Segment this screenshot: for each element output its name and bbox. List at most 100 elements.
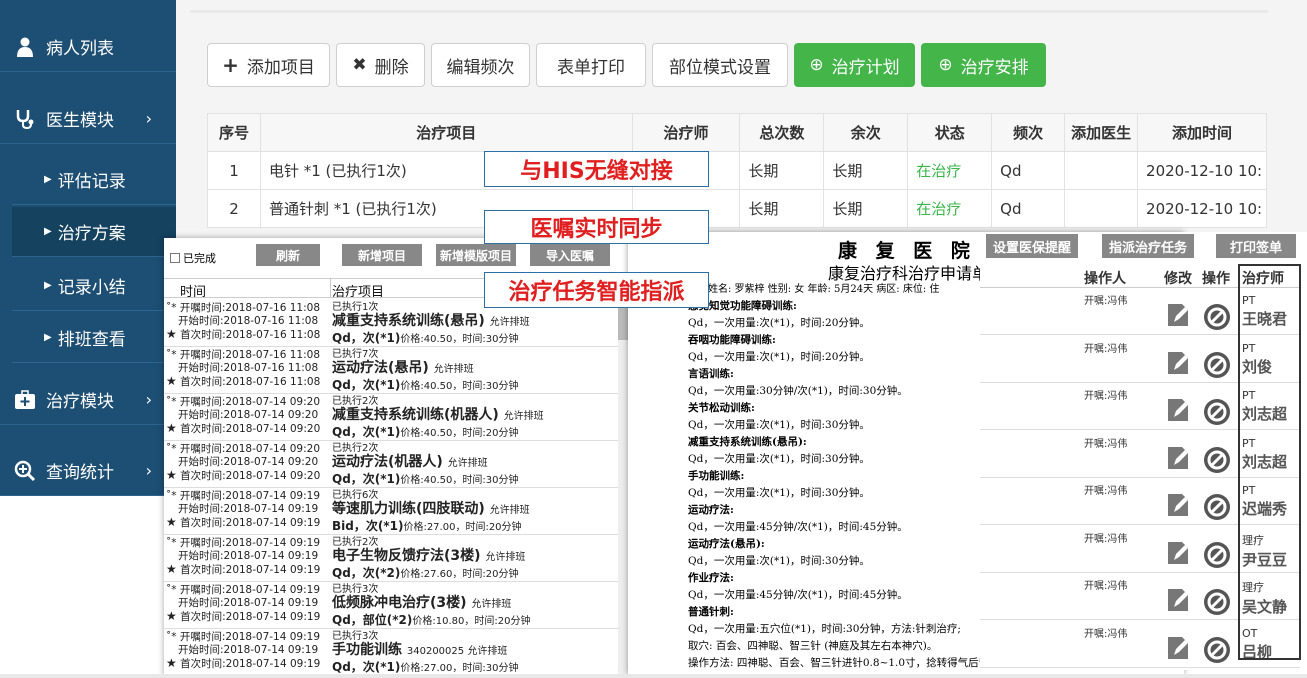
list-item[interactable]: ˚* 开嘱时间:2018-07-14 09:19 开始时间:2018-07-14 … (164, 629, 636, 676)
order-time: ˚* 开嘱时间:2018-07-14 09:20 (166, 443, 320, 455)
delete-icon[interactable] (1204, 399, 1230, 425)
sidebar-item-patient-list[interactable]: 病人列表 (0, 22, 176, 72)
edit-icon[interactable] (1166, 635, 1190, 661)
chevron-right-icon: › (145, 461, 152, 480)
import-orders-button[interactable]: 导入医嘱 (530, 244, 610, 266)
table-row[interactable]: 1 电针 *1 (已执行1次) 长期 长期 在治疗 Qd 2020-12-10 … (207, 151, 1267, 190)
delete-icon[interactable] (1204, 446, 1230, 473)
sidebar-subitem-treatment-plan[interactable]: ▶ 治疗方案 (12, 207, 176, 257)
edit-icon[interactable] (1166, 302, 1190, 328)
refresh-button[interactable]: 刷新 (256, 244, 320, 266)
item-freq: Qd，次(*1)价格:40.50，时间:20分钟 (332, 425, 519, 439)
treatment-plan-button[interactable]: ⊕ 治疗计划 (794, 43, 915, 87)
print-sign-button[interactable]: 打印签单 (1216, 234, 1296, 258)
order-detail: 已执行6次 等速肌力训练(四肢联动) 允许排班 Bid，次(*1)价格:27.00，… (332, 490, 530, 535)
exec-count: 已执行3次 (332, 584, 379, 595)
print-form-button[interactable]: 表单打印 (536, 43, 646, 87)
first-time: ★ 首次时间:2018-07-14 09:19 (166, 656, 321, 670)
item-name: 减重支持系统训练(悬吊) 允许排班 (332, 313, 530, 329)
edit-icon[interactable] (1166, 397, 1190, 423)
list-item[interactable]: ˚* 开嘱时间:2018-07-14 09:19 开始时间:2018-07-14 … (164, 535, 636, 582)
delete-icon[interactable] (1204, 351, 1230, 378)
sidebar-item-label: 医生模块 (46, 111, 114, 131)
operator: 开嘱:冯伟 (1084, 486, 1128, 497)
column-header: 添加时间 (1137, 113, 1267, 152)
form-line: Qd，一次用量:次(*1)，时间:20分钟。 (688, 317, 870, 329)
list-item[interactable]: ˚* 开嘱时间:2018-07-14 09:19 开始时间:2018-07-14 … (164, 488, 636, 535)
order-detail: 已执行3次 低频脉冲电治疗(3楼) 允许排班 Qd，部位(*2)价格:10.80，时… (332, 584, 530, 629)
button-label: 部位模式设置 (669, 57, 771, 78)
first-time: ★ 首次时间:2018-07-14 09:20 (166, 421, 321, 435)
exec-count: 已执行3次 (332, 631, 379, 642)
table-row[interactable]: 2 普通针刺 *1 (已执行1次) 长期 长期 在治疗 Qd 2020-12-1… (207, 189, 1267, 228)
checkbox[interactable] (170, 253, 180, 263)
operator: 开嘱:冯伟 (1084, 533, 1128, 545)
treatment-schedule-button[interactable]: ⊕ 治疗安排 (921, 43, 1046, 87)
delete-icon[interactable] (1204, 541, 1230, 568)
order-detail: 已执行1次 减重支持系统训练(悬吊) 允许排班 Qd，次(*1)价格:40.50，时… (332, 302, 530, 347)
caret-right-icon: ▶ (44, 226, 52, 237)
exec-count: 已执行2次 (332, 396, 379, 407)
hospital-title: 康 复 医 院 (838, 240, 976, 262)
table-cell: 1 (207, 151, 261, 190)
first-time: ★ 首次时间:2018-07-14 09:19 (166, 609, 321, 623)
button-label: 删除 (374, 57, 409, 78)
add-template-item-button[interactable]: 新增模版项目 (436, 244, 516, 266)
item-freq: Bid，次(*1)价格:27.00，时间:20分钟 (332, 519, 522, 533)
table-header-row: 序号 治疗项目 治疗师 总次数 余次 状态 频次 添加医生 添加时间 (207, 113, 1267, 152)
callout-his-integration: 与HIS无缝对接 (484, 151, 709, 187)
operator: 开嘱:冯伟 (1084, 391, 1128, 402)
scrollbar[interactable] (618, 300, 628, 676)
sidebar-item-doctor-module[interactable]: 医生模块 › (0, 94, 176, 144)
list-item[interactable]: ˚* 开嘱时间:2018-07-14 09:20 开始时间:2018-07-14 … (164, 394, 636, 441)
form-line: 运动疗法(悬吊): (688, 538, 765, 550)
edit-icon[interactable] (1166, 492, 1190, 518)
insurance-reminder-button[interactable]: 设置医保提醒 (986, 234, 1078, 258)
delete-icon[interactable] (1204, 304, 1230, 330)
operator: 开嘱:冯伟 (1084, 438, 1128, 450)
edit-icon[interactable] (1166, 445, 1190, 471)
order-time: ˚* 开嘱时间:2018-07-14 09:19 (166, 490, 320, 502)
chevron-right-icon: › (145, 109, 152, 128)
patient-info: 姓名: 罗紫梓 性别: 女 年龄: 5月24天 病区: 床位: 住 (708, 284, 940, 295)
medkit-icon (14, 389, 36, 411)
item-name: 运动疗法(悬吊) 允许排班 (332, 360, 474, 376)
sidebar-subitem-schedule[interactable]: ▶ 排班查看 (12, 313, 176, 363)
operator: 开嘱:冯伟 (1084, 581, 1128, 592)
table-cell: Qd (991, 189, 1066, 228)
list-item[interactable]: ˚* 开嘱时间:2018-07-14 09:19 开始时间:2018-07-14 … (164, 582, 636, 629)
list-item[interactable]: ˚* 开嘱时间:2018-07-14 09:20 开始时间:2018-07-14 … (164, 441, 636, 488)
table-cell: Qd (991, 151, 1066, 190)
sidebar-item-treatment-module[interactable]: 治疗模块 › (0, 375, 176, 425)
completed-filter[interactable]: 已完成 (170, 250, 216, 266)
delete-icon[interactable] (1204, 589, 1230, 615)
sidebar-item-statistics[interactable]: 查询统计 › (0, 446, 176, 496)
edit-frequency-button[interactable]: 编辑频次 (431, 43, 530, 87)
sidebar-subitem-label: 治疗方案 (57, 224, 126, 244)
operator: 开嘱:冯伟 (1084, 628, 1128, 640)
body-mode-settings-button[interactable]: 部位模式设置 (652, 43, 788, 87)
edit-icon[interactable] (1166, 587, 1190, 613)
item-name: 运动疗法(机器人) 允许排班 (332, 454, 488, 470)
order-time: ˚* 开嘱时间:2018-07-16 11:08 (166, 349, 320, 361)
sidebar-subitem-assessment[interactable]: ▶ 评估记录 (12, 155, 176, 205)
button-label: 表单打印 (557, 57, 625, 78)
sidebar-subitem-summary[interactable]: ▶ 记录小结 (12, 261, 176, 311)
column-header: 操作 (1202, 271, 1230, 287)
add-item-button[interactable]: 新增项目 (342, 244, 422, 266)
edit-icon[interactable] (1166, 350, 1190, 376)
delete-icon[interactable] (1204, 636, 1230, 663)
first-time: ★ 首次时间:2018-07-16 11:08 (166, 327, 321, 341)
stethoscope-icon (14, 108, 36, 130)
edit-icon[interactable] (1166, 540, 1190, 566)
column-header: 治疗项目 (332, 285, 385, 300)
delete-icon[interactable] (1204, 494, 1230, 520)
assign-task-button[interactable]: 指派治疗任务 (1102, 234, 1194, 258)
plus-icon: + (222, 53, 239, 77)
list-item[interactable]: ˚* 开嘱时间:2018-07-16 11:08 开始时间:2018-07-16 … (164, 347, 636, 394)
form-line: 言语训练: (688, 368, 734, 380)
button-label: 治疗计划 (831, 57, 900, 78)
delete-button[interactable]: ✖ 删除 (336, 43, 425, 87)
add-item-button[interactable]: + 添加项目 (207, 43, 330, 87)
order-time: ˚* 开嘱时间:2018-07-14 09:19 (166, 537, 320, 549)
